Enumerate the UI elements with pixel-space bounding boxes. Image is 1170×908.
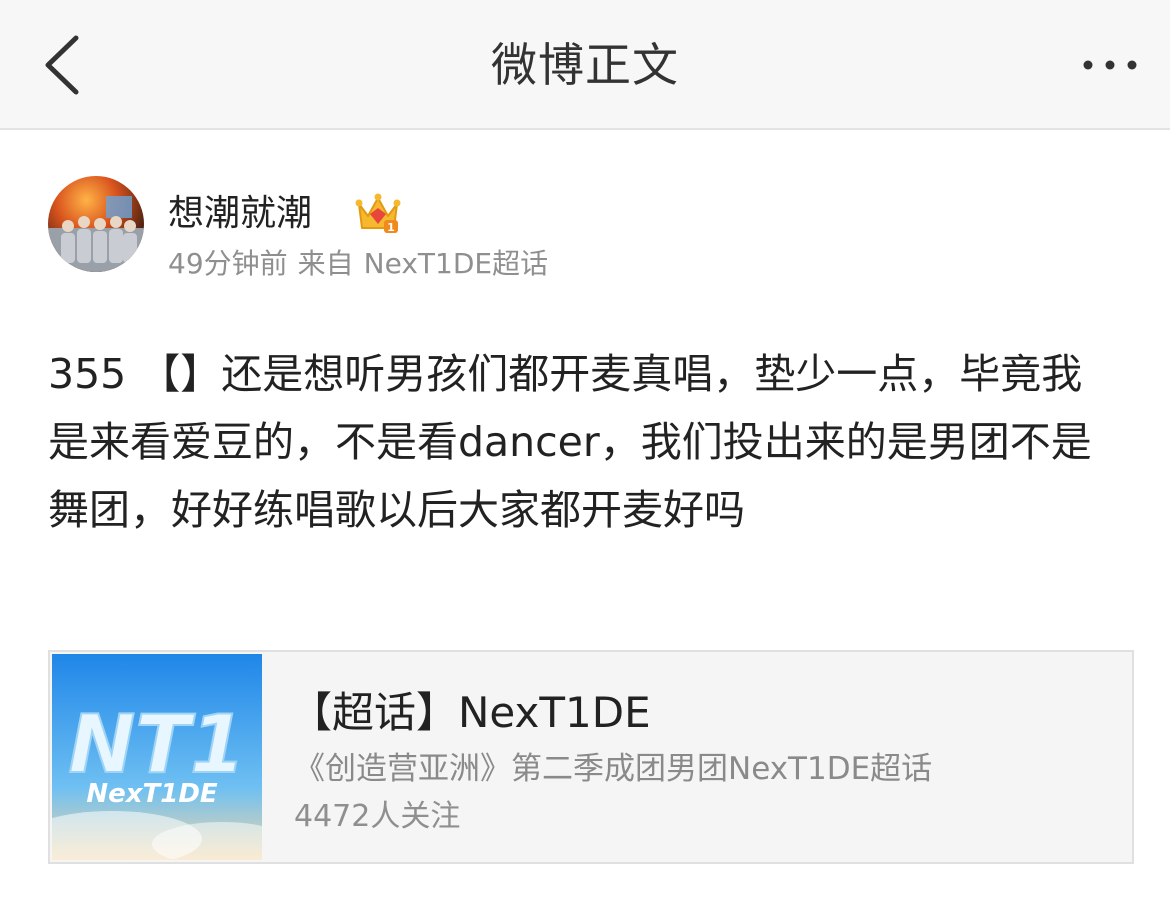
- post-content: 355 【】还是想听男孩们都开麦真唱，垫少一点，毕竟我是来看爱豆的，不是看dan…: [48, 350, 1092, 534]
- supertopic-thumbnail: NT1 NexT1DE: [52, 654, 262, 860]
- post-meta: 49分钟前 来自 NexT1DE超话: [168, 244, 558, 284]
- supertopic-followers: 4472人关注: [294, 799, 461, 834]
- more-dots-icon[interactable]: [1078, 50, 1142, 80]
- supertopic-card[interactable]: NT1 NexT1DE 【超话】NexT1DE 《创造营亚洲》第二季成团男团Ne…: [48, 650, 1134, 864]
- top-nav-bar: 微博正文: [0, 0, 1170, 130]
- thumbnail-logo-text: NT1: [68, 698, 245, 791]
- supertopic-title: 【超话】NexT1DE: [290, 688, 651, 737]
- source-prefix: 来自: [297, 247, 354, 280]
- crown-icon: 1: [355, 193, 401, 234]
- avatar-image: [48, 176, 144, 272]
- page-title: 微博正文: [491, 38, 679, 92]
- post-time: 49分钟前: [168, 247, 288, 280]
- supertopic-description: 《创造营亚洲》第二季成团男团NexT1DE超话: [294, 751, 933, 787]
- source-link[interactable]: NexT1DE超话: [364, 247, 548, 280]
- author-name[interactable]: 想潮就潮: [168, 190, 312, 238]
- avatar[interactable]: [48, 176, 144, 272]
- thumbnail-logo-subtext: NexT1DE: [86, 779, 218, 809]
- svg-text:1: 1: [387, 221, 395, 234]
